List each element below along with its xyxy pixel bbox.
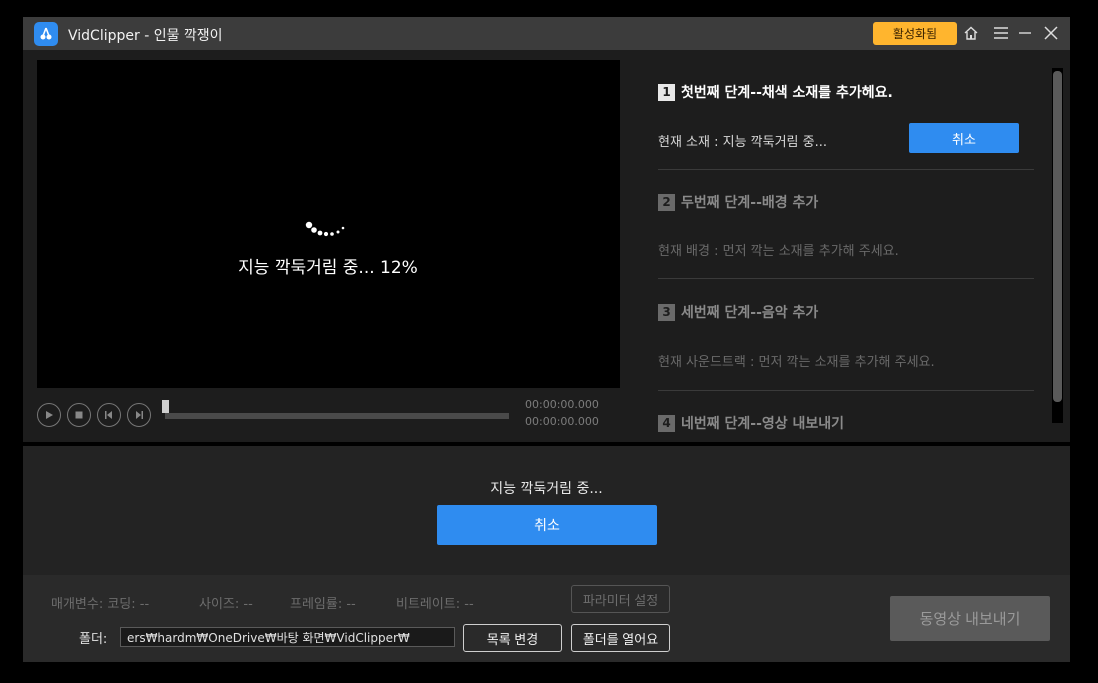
step-2-title: 2 두번째 단계--배경 추가 [658,192,818,212]
video-preview: 지능 깍둑거림 중... 12% [37,60,620,388]
param-codec: 매개변수: 코딩: -- [51,597,150,612]
step-3-label: 세번째 단계--음악 추가 [681,305,819,321]
step-2-label: 두번째 단계--배경 추가 [681,195,819,211]
timeline-handle[interactable] [162,400,169,413]
processing-status-area: 지능 깍둑거림 중... 취소 [23,446,1070,575]
processing-progress-text: 지능 깍둑거림 중... 12% [238,258,418,278]
step-1-number: 1 [658,83,675,101]
step-4-title: 4 네번째 단계--영상 내보내기 [658,413,844,433]
divider [658,169,1034,170]
param-bitrate: 비트레이트: -- [396,597,474,612]
folder-label: 폴더: [79,632,108,647]
stop-icon[interactable] [67,403,91,427]
app-logo-icon [34,22,58,46]
param-size: 사이즈: -- [199,597,253,612]
window-title: VidClipper - 인물 깍쟁이 [68,28,223,44]
step-1-desc: 현재 소재 : 지능 깍둑거림 중... [658,135,827,150]
steps-panel: 1 첫번째 단계--채색 소재를 추가헤요. 현재 소재 : 지능 깍둑거림 중… [630,60,1063,442]
step-3-title: 3 세번째 단계--음악 추가 [658,302,818,322]
close-icon[interactable] [1041,23,1061,43]
step-4-label: 네번째 단계--영상 내보내기 [681,416,845,432]
minimize-icon[interactable] [1015,23,1035,43]
prev-frame-icon[interactable] [97,403,121,427]
export-bar: 매개변수: 코딩: -- 사이즈: -- 프레임률: -- 비트레이트: -- … [23,575,1070,662]
step-2-number: 2 [658,193,675,211]
step-4-number: 4 [658,414,675,432]
export-video-button[interactable]: 동영상 내보내기 [890,596,1050,641]
divider [658,390,1034,391]
home-icon[interactable] [961,23,981,43]
next-frame-icon[interactable] [127,403,151,427]
step-2-desc: 현재 배경 : 먼저 깍는 소재를 추가해 주세요. [658,244,899,259]
folder-path-field[interactable]: ers₩hardm₩OneDrive₩바탕 화면₩VidClipper₩ [120,627,455,647]
current-time: 00:00:00.000 [525,398,599,411]
timeline-track[interactable] [165,413,509,419]
param-framerate: 프레임률: -- [290,597,356,612]
open-folder-button[interactable]: 폴더를 열어요 [571,624,670,652]
change-directory-button[interactable]: 목록 변경 [463,624,562,652]
playback-controls: 00:00:00.000 00:00:00.000 [37,395,620,439]
processing-status-text: 지능 깍둑거림 중... [490,481,603,497]
title-bar: VidClipper - 인물 깍쟁이 활성화됨 [23,17,1070,50]
menu-icon[interactable] [991,23,1011,43]
steps-scrollbar[interactable] [1052,68,1063,423]
play-icon[interactable] [37,403,61,427]
step-1-label: 첫번째 단계--채색 소재를 추가헤요. [681,85,893,101]
divider [658,278,1034,279]
step-1-title: 1 첫번째 단계--채색 소재를 추가헤요. [658,82,893,102]
total-time: 00:00:00.000 [525,415,599,428]
activated-button[interactable]: 활성화됨 [873,22,957,45]
step-3-number: 3 [658,303,675,321]
scrollbar-thumb[interactable] [1053,71,1062,402]
cancel-processing-button[interactable]: 취소 [437,505,657,545]
step-3-desc: 현재 사운드트랙 : 먼저 깍는 소재를 추가해 주세요. [658,355,935,370]
parameter-settings-button[interactable]: 파라미터 설정 [571,585,670,613]
step-1-cancel-button[interactable]: 취소 [909,123,1019,153]
app-window: VidClipper - 인물 깍쟁이 활성화됨 지능 깍둑거림 중... 12… [23,17,1070,662]
loading-spinner-icon [305,221,345,237]
